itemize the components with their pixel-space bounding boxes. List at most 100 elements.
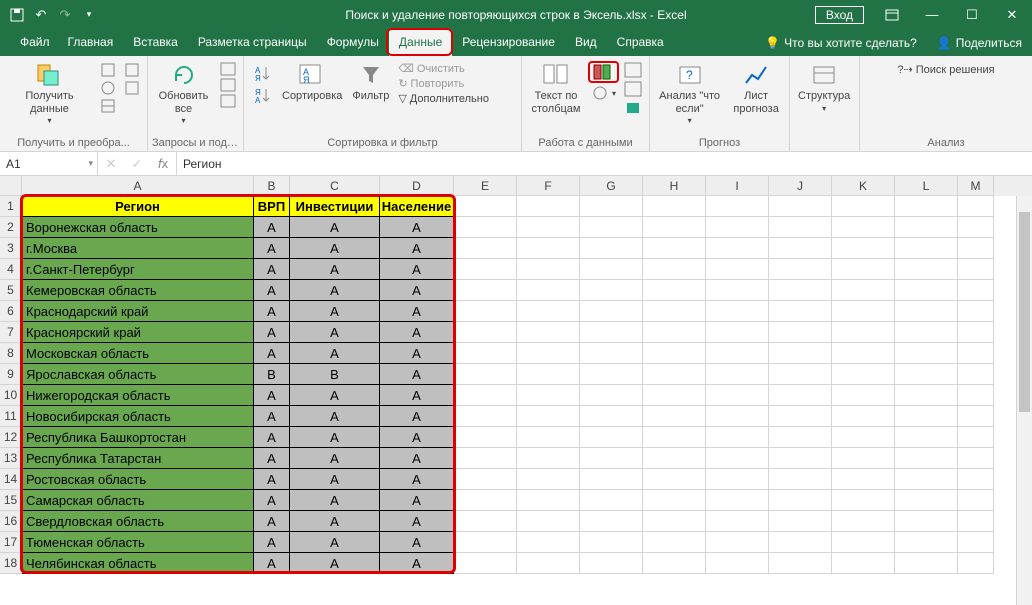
cell[interactable] <box>643 301 706 322</box>
row-header[interactable]: 18 <box>0 553 22 574</box>
cell[interactable] <box>643 364 706 385</box>
tab-вставка[interactable]: Вставка <box>123 30 188 56</box>
cell[interactable]: г.Санкт-Петербург <box>22 259 254 280</box>
cell[interactable]: Нижегородская область <box>22 385 254 406</box>
cell[interactable]: Воронежская область <box>22 217 254 238</box>
cell[interactable] <box>832 322 895 343</box>
cell[interactable]: A <box>290 490 380 511</box>
cell[interactable] <box>769 511 832 532</box>
advanced-filter-button[interactable]: ▽Дополнительно <box>395 91 492 106</box>
cell[interactable] <box>643 490 706 511</box>
cell[interactable] <box>454 406 517 427</box>
cell[interactable] <box>769 238 832 259</box>
cell[interactable] <box>454 238 517 259</box>
cell[interactable] <box>769 490 832 511</box>
cell[interactable] <box>454 196 517 217</box>
cell[interactable] <box>643 196 706 217</box>
cell[interactable] <box>832 280 895 301</box>
cell[interactable] <box>832 217 895 238</box>
cell[interactable] <box>769 427 832 448</box>
cell[interactable] <box>454 490 517 511</box>
cell[interactable]: A <box>290 427 380 448</box>
cell[interactable] <box>958 364 994 385</box>
cell[interactable] <box>895 532 958 553</box>
cell[interactable]: A <box>380 280 454 301</box>
cell[interactable] <box>769 217 832 238</box>
cell[interactable] <box>643 427 706 448</box>
cell[interactable] <box>580 280 643 301</box>
col-header[interactable]: H <box>643 176 706 196</box>
cell[interactable]: Челябинская область <box>22 553 254 574</box>
cell[interactable]: A <box>380 406 454 427</box>
cell[interactable] <box>706 490 769 511</box>
cell[interactable]: A <box>380 511 454 532</box>
cell[interactable] <box>454 511 517 532</box>
cell[interactable] <box>895 406 958 427</box>
cell[interactable] <box>517 385 580 406</box>
cell[interactable]: Московская область <box>22 343 254 364</box>
cell[interactable] <box>895 322 958 343</box>
cell[interactable] <box>517 196 580 217</box>
sort-za-icon[interactable]: ЯA <box>250 85 274 105</box>
cell[interactable] <box>832 490 895 511</box>
cell[interactable]: A <box>254 385 290 406</box>
cell[interactable] <box>706 553 769 574</box>
cell[interactable] <box>832 196 895 217</box>
cell[interactable] <box>454 553 517 574</box>
cell[interactable]: A <box>290 259 380 280</box>
cell[interactable] <box>580 343 643 364</box>
tab-вид[interactable]: Вид <box>565 30 607 56</box>
cell[interactable] <box>643 238 706 259</box>
cell[interactable] <box>706 532 769 553</box>
maximize-button[interactable]: ☐ <box>952 0 992 29</box>
cell[interactable]: A <box>254 469 290 490</box>
col-header[interactable]: G <box>580 176 643 196</box>
fx-icon[interactable]: fx <box>150 156 176 171</box>
cell[interactable] <box>895 238 958 259</box>
relationships-icon[interactable] <box>621 80 645 98</box>
cell[interactable]: A <box>254 343 290 364</box>
row-header[interactable]: 7 <box>0 322 22 343</box>
cell[interactable] <box>958 448 994 469</box>
row-header[interactable]: 9 <box>0 364 22 385</box>
row-header[interactable]: 4 <box>0 259 22 280</box>
cell[interactable] <box>958 553 994 574</box>
cell[interactable]: A <box>254 511 290 532</box>
cell[interactable] <box>517 553 580 574</box>
cell[interactable]: Тюменская область <box>22 532 254 553</box>
cell[interactable] <box>958 301 994 322</box>
cell[interactable] <box>517 448 580 469</box>
cell[interactable] <box>706 469 769 490</box>
cell[interactable] <box>832 469 895 490</box>
cell[interactable]: A <box>290 217 380 238</box>
row-header[interactable]: 16 <box>0 511 22 532</box>
cell[interactable] <box>895 217 958 238</box>
col-header[interactable]: D <box>380 176 454 196</box>
cell[interactable] <box>580 385 643 406</box>
cell[interactable]: A <box>380 427 454 448</box>
queries-icon[interactable] <box>217 61 239 77</box>
cell[interactable] <box>958 322 994 343</box>
cell[interactable]: A <box>254 238 290 259</box>
forecast-sheet-button[interactable]: Лист прогноза <box>727 59 785 117</box>
cell[interactable]: ВРП <box>254 196 290 217</box>
row-header[interactable]: 14 <box>0 469 22 490</box>
cell[interactable]: A <box>254 553 290 574</box>
cell[interactable] <box>958 469 994 490</box>
refresh-all-button[interactable]: Обновить все▾ <box>152 59 215 127</box>
cell[interactable] <box>706 259 769 280</box>
cell[interactable]: A <box>290 469 380 490</box>
cell[interactable]: Ярославская область <box>22 364 254 385</box>
cell[interactable]: Ростовская область <box>22 469 254 490</box>
row-header[interactable]: 13 <box>0 448 22 469</box>
cell[interactable] <box>643 406 706 427</box>
cell[interactable]: A <box>254 301 290 322</box>
cell[interactable] <box>454 448 517 469</box>
cell[interactable]: A <box>380 490 454 511</box>
sort-button[interactable]: АЯ Сортировка <box>278 59 346 105</box>
cell[interactable] <box>958 490 994 511</box>
from-table-icon[interactable] <box>97 97 119 115</box>
tab-разметка страницы[interactable]: Разметка страницы <box>188 30 317 56</box>
cell[interactable] <box>706 301 769 322</box>
undo-icon[interactable]: ↶ <box>30 4 52 26</box>
